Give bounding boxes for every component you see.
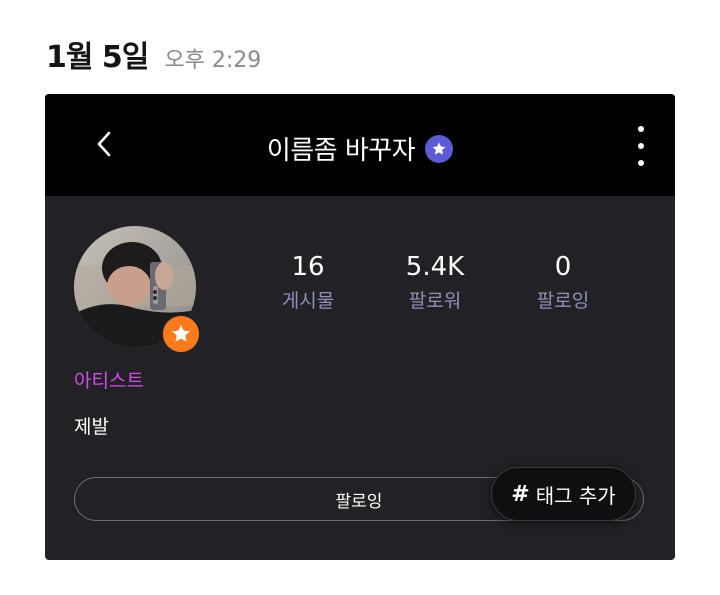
followers-count: 5.4K (405, 252, 465, 282)
star-icon (161, 314, 201, 354)
posts-stat[interactable]: 16 게시물 (258, 252, 358, 313)
bio-text: 제발 (74, 416, 109, 438)
following-button-label: 팔로잉 (335, 491, 383, 512)
profile-card: 이름좀 바꾸자 16 게시물 5.4K 팔로워 0 팔로잉 아티스트 제발 팔로… (45, 94, 675, 560)
date-label: 1월 5일 (46, 40, 149, 75)
star-badge-icon (425, 134, 454, 163)
vertical-dots-icon (638, 126, 644, 132)
following-count: 0 (554, 252, 572, 282)
profile-top-bar: 이름좀 바꾸자 (45, 94, 675, 196)
followers-label: 팔로워 (408, 290, 462, 312)
following-stat[interactable]: 0 팔로잉 (513, 252, 613, 313)
profile-title: 이름좀 바꾸자 (266, 136, 416, 166)
add-tag-label: 태그 추가 (535, 483, 616, 508)
posts-label: 게시물 (281, 290, 335, 312)
time-label: 오후 2:29 (164, 48, 262, 73)
message-timestamp: 1월 5일 오후 2:29 (46, 32, 261, 76)
role-label: 아티스트 (74, 370, 144, 392)
more-options-button[interactable] (633, 126, 649, 166)
hash-icon: # (511, 481, 530, 507)
following-label: 팔로잉 (536, 290, 590, 312)
profile-title-group: 이름좀 바꾸자 (45, 130, 675, 167)
posts-count: 16 (291, 252, 325, 282)
add-tag-button[interactable]: # 태그 추가 (491, 467, 636, 521)
followers-stat[interactable]: 5.4K 팔로워 (385, 252, 485, 313)
